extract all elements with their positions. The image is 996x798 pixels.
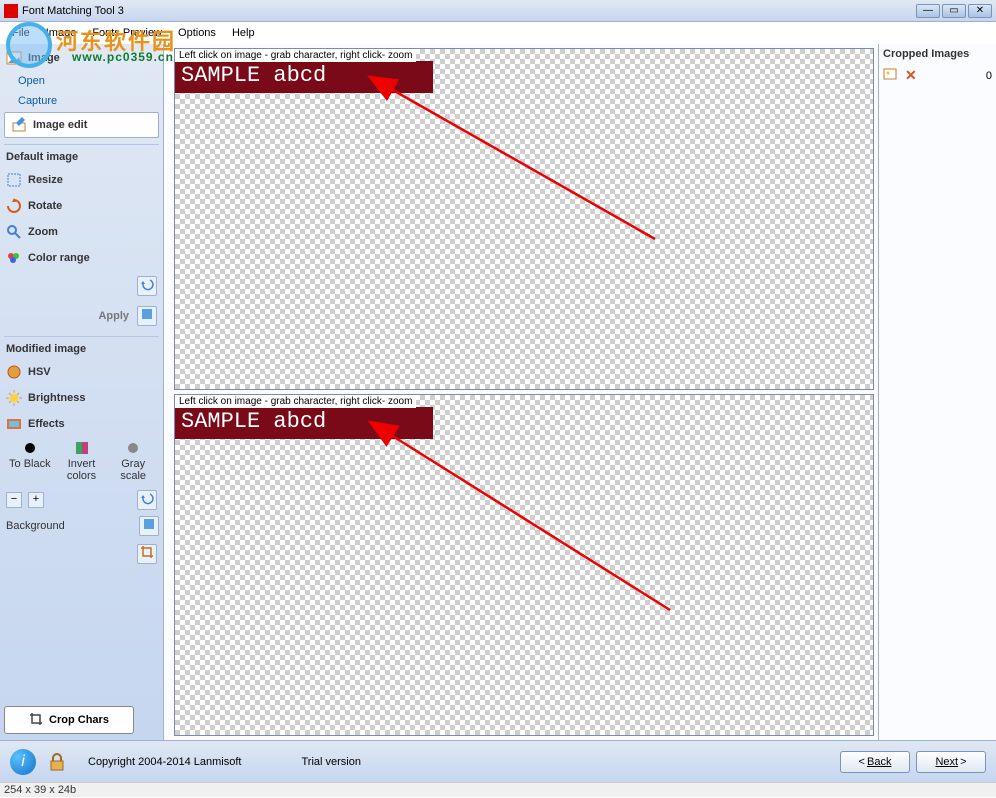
- edit-icon: [11, 117, 27, 133]
- image-edit-label: Image edit: [33, 119, 87, 131]
- sidebar-image-edit[interactable]: Image edit: [4, 112, 159, 138]
- close-button[interactable]: ✕: [968, 4, 992, 18]
- invert-colors-button[interactable]: Invert colors: [58, 440, 106, 482]
- top-canvas[interactable]: Left click on image - grab character, ri…: [174, 48, 874, 390]
- zoom-icon: [6, 224, 22, 240]
- menu-file[interactable]: File: [4, 25, 38, 41]
- rotate-tool[interactable]: Rotate: [4, 194, 159, 218]
- cropped-images-panel: Cropped Images ✕ 0: [878, 44, 996, 740]
- effects-tool[interactable]: Effects: [4, 412, 159, 436]
- sidebar: Image Open Capture Image edit Default im…: [0, 44, 164, 740]
- sidebar-open[interactable]: Open: [4, 72, 159, 90]
- sidebar-image-header: Image: [4, 46, 159, 70]
- status-bar: 254 x 39 x 24b: [0, 782, 996, 797]
- brightness-tool[interactable]: Brightness: [4, 386, 159, 410]
- brightness-icon: [6, 390, 22, 406]
- apply-bg-button[interactable]: [139, 516, 159, 536]
- cropped-image-icon: [883, 66, 899, 85]
- rotate-icon: [6, 198, 22, 214]
- apply-button[interactable]: [137, 306, 157, 326]
- menu-fonts-preview[interactable]: Fonts Preview: [84, 25, 170, 41]
- delete-cropped-icon[interactable]: ✕: [905, 67, 917, 84]
- crop-tool-button[interactable]: [137, 544, 157, 564]
- menu-image[interactable]: Image: [38, 25, 85, 41]
- canvas-area: Left click on image - grab character, ri…: [164, 44, 878, 740]
- maximize-button[interactable]: ▭: [942, 4, 966, 18]
- apply-label: Apply: [98, 310, 129, 322]
- invert-icon: [74, 440, 90, 456]
- gray-scale-icon: [125, 440, 141, 456]
- app-icon: [4, 4, 18, 18]
- bottom-sample-text: SAMPLE abcd: [175, 407, 433, 439]
- minimize-button[interactable]: —: [916, 4, 940, 18]
- top-sample-text: SAMPLE abcd: [175, 61, 433, 93]
- effects-icon: [6, 416, 22, 432]
- gray-scale-button[interactable]: Gray scale: [109, 440, 157, 482]
- footer-bar: i Copyright 2004-2014 Lanmisoft Trial ve…: [0, 740, 996, 782]
- resize-icon: [6, 172, 22, 188]
- hsv-tool[interactable]: HSV: [4, 360, 159, 384]
- zoom-tool[interactable]: Zoom: [4, 220, 159, 244]
- undo-button[interactable]: [137, 276, 157, 296]
- lock-icon[interactable]: [46, 751, 68, 773]
- image-icon: [6, 50, 22, 66]
- trial-text: Trial version: [301, 756, 361, 768]
- sidebar-capture[interactable]: Capture: [4, 92, 159, 110]
- cropped-count: 0: [986, 70, 992, 82]
- info-icon[interactable]: i: [10, 749, 36, 775]
- menu-bar: File Image Fonts Preview Options Help: [0, 22, 996, 44]
- revert-button[interactable]: [137, 490, 157, 510]
- top-canvas-hint: Left click on image - grab character, ri…: [175, 49, 416, 62]
- color-range-icon: [6, 250, 22, 266]
- main-area: Left click on image - grab character, ri…: [164, 44, 996, 740]
- checker-bg: [175, 49, 873, 389]
- modified-image-label: Modified image: [4, 336, 159, 358]
- window-title: Font Matching Tool 3: [22, 5, 914, 17]
- title-bar: Font Matching Tool 3 — ▭ ✕: [0, 0, 996, 22]
- crop-chars-button[interactable]: Crop Chars: [4, 706, 134, 734]
- color-range-tool[interactable]: Color range: [4, 246, 159, 270]
- menu-options[interactable]: Options: [170, 25, 224, 41]
- cropped-images-header: Cropped Images: [883, 48, 992, 60]
- status-dimensions: 254 x 39 x 24b: [4, 784, 76, 796]
- content-area: Image Open Capture Image edit Default im…: [0, 44, 996, 740]
- plus-button[interactable]: +: [28, 492, 44, 508]
- minus-button[interactable]: −: [6, 492, 22, 508]
- next-button[interactable]: Next >: [916, 751, 986, 773]
- background-label: Background: [4, 516, 67, 536]
- menu-help[interactable]: Help: [224, 25, 263, 41]
- hsv-icon: [6, 364, 22, 380]
- copyright-text: Copyright 2004-2014 Lanmisoft: [88, 756, 241, 768]
- to-black-icon: [22, 440, 38, 456]
- sidebar-image-label: Image: [28, 52, 60, 64]
- back-button[interactable]: < Back: [840, 751, 910, 773]
- to-black-button[interactable]: To Black: [6, 440, 54, 482]
- bottom-canvas-hint: Left click on image - grab character, ri…: [175, 395, 416, 408]
- default-image-label: Default image: [4, 144, 159, 166]
- bottom-canvas[interactable]: Left click on image - grab character, ri…: [174, 394, 874, 736]
- crop-icon: [29, 712, 43, 729]
- checker-bg-2: [175, 395, 873, 735]
- resize-tool[interactable]: Resize: [4, 168, 159, 192]
